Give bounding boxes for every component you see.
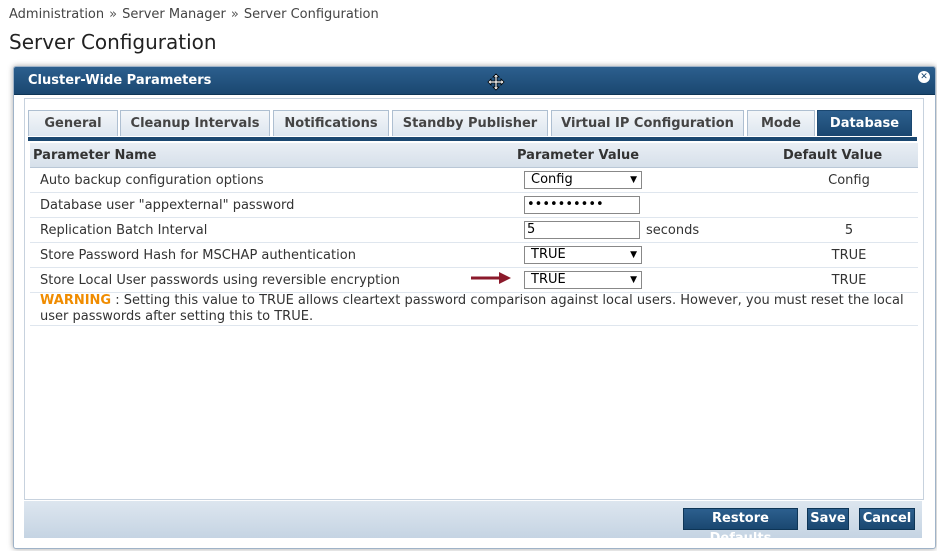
breadcrumb-separator: »	[230, 7, 239, 22]
tab-underline	[28, 137, 917, 141]
replication-batch-interval-field[interactable]: 5	[524, 221, 640, 239]
select-value: Config	[531, 172, 573, 187]
breadcrumb-server-configuration: Server Configuration	[243, 7, 379, 22]
tab-standby-publisher[interactable]: Standby Publisher	[392, 110, 548, 136]
column-header-default-value: Default Value	[780, 143, 918, 168]
table-header-row: Parameter Name Parameter Value Default V…	[30, 143, 918, 168]
table-row: Auto backup configuration options Config…	[30, 167, 918, 193]
parameter-name: Database user "appexternal" password	[30, 192, 514, 218]
dialog-header[interactable]: Cluster-Wide Parameters ✕	[14, 67, 935, 95]
parameter-name: Store Password Hash for MSCHAP authentic…	[30, 242, 514, 268]
save-button[interactable]: Save	[807, 508, 849, 530]
chevron-down-icon: ▼	[630, 250, 637, 260]
default-value	[780, 192, 918, 218]
move-icon[interactable]	[485, 73, 507, 91]
cancel-button[interactable]: Cancel	[859, 508, 915, 530]
parameters-table: Parameter Name Parameter Value Default V…	[30, 143, 918, 326]
dialog-title: Cluster-Wide Parameters	[28, 73, 212, 88]
parameter-value-cell: ••••••••••	[514, 192, 780, 218]
cluster-wide-parameters-dialog: Cluster-Wide Parameters ✕ General Cleanu…	[13, 66, 936, 549]
default-value: Config	[780, 167, 918, 193]
chevron-down-icon: ▼	[630, 275, 637, 285]
warning-row: WARNING : Setting this value to TRUE all…	[30, 292, 918, 326]
close-icon[interactable]: ✕	[918, 71, 930, 83]
warning-label: WARNING	[40, 293, 112, 308]
tab-virtual-ip-configuration[interactable]: Virtual IP Configuration	[551, 110, 744, 136]
column-header-parameter-name: Parameter Name	[30, 143, 514, 168]
tab-general[interactable]: General	[28, 110, 118, 136]
auto-backup-select[interactable]: Config ▼	[524, 171, 642, 189]
parameter-value-cell: TRUE ▼	[514, 242, 780, 268]
table-row: Replication Batch Interval 5 seconds 5	[30, 217, 918, 243]
parameter-value-cell: 5 seconds	[514, 217, 780, 243]
table-row: Database user "appexternal" password •••…	[30, 192, 918, 218]
select-value: TRUE	[531, 247, 566, 262]
restore-defaults-button[interactable]: Restore Defaults	[683, 508, 798, 546]
chevron-down-icon: ▼	[630, 175, 637, 185]
page-title: Server Configuration	[9, 30, 217, 54]
arrow-right-icon	[471, 272, 511, 284]
warning-text: : Setting this value to TRUE allows clea…	[40, 293, 904, 324]
parameter-value-cell: TRUE ▼	[471, 267, 780, 293]
default-value: TRUE	[780, 267, 918, 293]
breadcrumb-administration[interactable]: Administration	[9, 7, 104, 22]
column-header-parameter-value: Parameter Value	[514, 143, 780, 168]
default-value: TRUE	[780, 242, 918, 268]
warning-message: WARNING : Setting this value to TRUE all…	[30, 292, 918, 326]
unit-label: seconds	[646, 222, 700, 238]
dialog-body: General Cleanup Intervals Notifications …	[24, 98, 924, 500]
parameter-name: Store Local User passwords using reversi…	[30, 267, 514, 293]
default-value: 5	[780, 217, 918, 243]
mschap-hash-select[interactable]: TRUE ▼	[524, 246, 642, 264]
table-row: Store Local User passwords using reversi…	[30, 267, 918, 293]
table-row: Store Password Hash for MSCHAP authentic…	[30, 242, 918, 268]
parameter-name: Auto backup configuration options	[30, 167, 514, 193]
breadcrumb: Administration » Server Manager » Server Con…	[9, 7, 379, 22]
breadcrumb-separator: »	[109, 7, 118, 22]
appexternal-password-field[interactable]: ••••••••••	[524, 196, 640, 214]
tab-database[interactable]: Database	[817, 110, 912, 136]
parameter-value-cell: Config ▼	[514, 167, 780, 193]
tab-mode[interactable]: Mode	[747, 110, 815, 136]
reversible-encryption-select[interactable]: TRUE ▼	[524, 271, 642, 289]
breadcrumb-server-manager[interactable]: Server Manager	[122, 7, 226, 22]
select-value: TRUE	[531, 272, 566, 287]
tab-notifications[interactable]: Notifications	[273, 110, 389, 136]
dialog-footer: Restore Defaults Save Cancel	[24, 501, 922, 546]
parameter-name: Replication Batch Interval	[30, 217, 514, 243]
tab-cleanup-intervals[interactable]: Cleanup Intervals	[120, 110, 270, 136]
